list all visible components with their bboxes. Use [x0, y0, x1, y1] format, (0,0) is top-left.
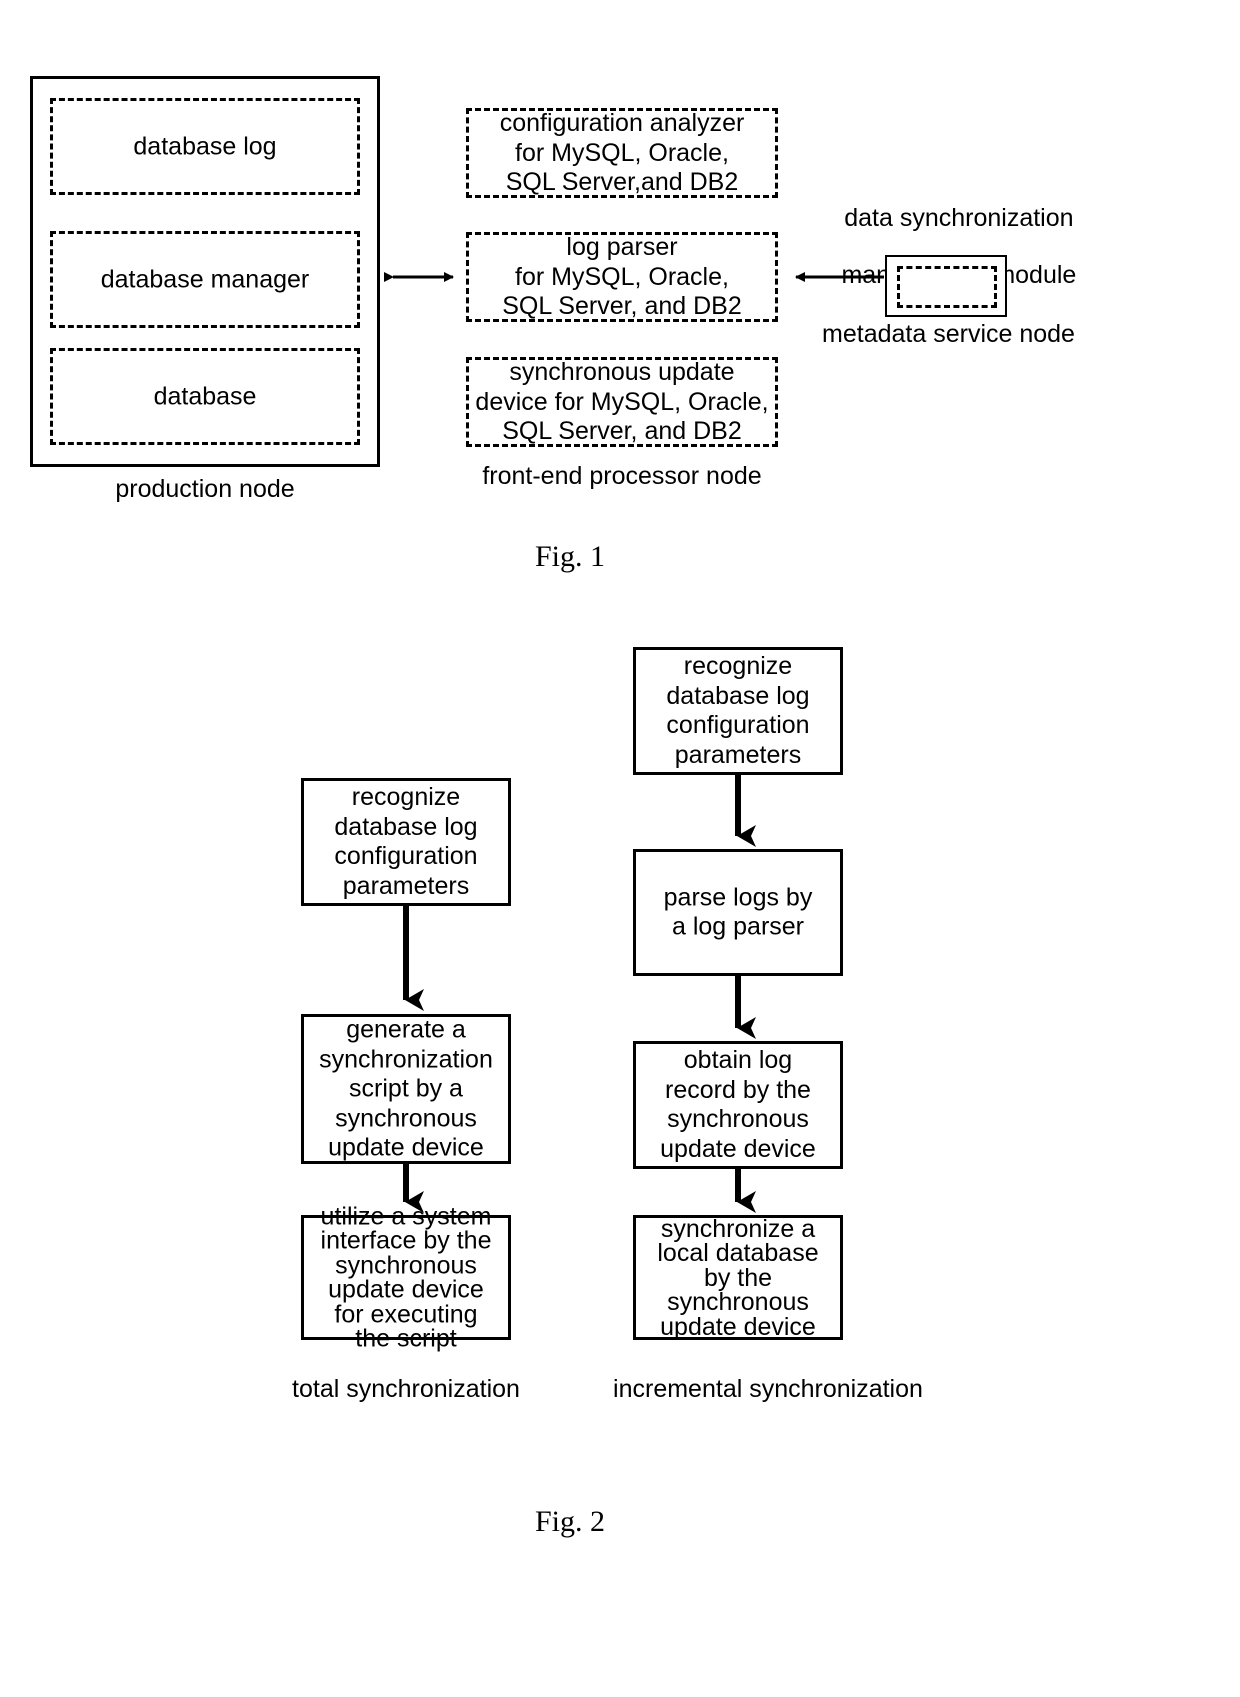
line-2: for MySQL, Oracle,	[515, 262, 729, 291]
line-4: update device	[660, 1134, 816, 1163]
line-3: SQL Server, and DB2	[502, 291, 742, 320]
line-3: synchronous	[667, 1105, 809, 1133]
figure-2: recognize database log configuration par…	[0, 600, 1240, 1600]
line-1: parse logs by	[663, 883, 813, 911]
line-1: generate a	[346, 1015, 466, 1044]
production-node-item-database-log: database log	[50, 98, 360, 195]
line-4: synchronous	[335, 1103, 477, 1132]
production-node-item-database-manager: database manager	[50, 231, 360, 328]
line-1: log parser	[566, 232, 678, 261]
total-sync-step-1-label: recognize database log configuration par…	[304, 783, 508, 901]
line-2: database log	[334, 812, 478, 841]
line-2: device for MySQL, Oracle,	[475, 387, 769, 416]
incremental-sync-step-3: obtain log record by the synchronous upd…	[633, 1041, 843, 1169]
line-1: configuration analyzer	[499, 108, 745, 137]
line-2: synchronization	[319, 1044, 493, 1073]
line-3: script by a	[349, 1074, 463, 1103]
line-3: SQL Server, and DB2	[502, 416, 742, 445]
line-2: record by the	[665, 1075, 811, 1104]
figure-1: database log database manager database p…	[0, 0, 1240, 600]
line-5: update device	[660, 1312, 816, 1341]
line-5: update device	[328, 1133, 484, 1162]
metadata-service-node-box	[885, 255, 1007, 317]
production-node-item-database-log-label: database log	[133, 131, 277, 160]
incremental-sync-step-3-label: obtain log record by the synchronous upd…	[636, 1046, 840, 1164]
total-sync-step-3-label: utilize a system interface by the synchr…	[304, 1204, 508, 1353]
frontend-item-log-parser: log parser for MySQL, Oracle, SQL Server…	[466, 232, 778, 322]
line-4: parameters	[674, 740, 802, 769]
production-node-item-database-label: database	[153, 381, 257, 410]
frontend-item-synchronous-update-device: synchronous update device for MySQL, Ora…	[466, 357, 778, 447]
production-node-label: production node	[115, 475, 295, 503]
line-6: the script	[355, 1324, 457, 1353]
incremental-sync-step-2: parse logs by a log parser	[633, 849, 843, 976]
title-line-1: data synchronization	[844, 203, 1074, 232]
total-sync-step-3: utilize a system interface by the synchr…	[301, 1204, 511, 1351]
figure-2-caption: Fig. 2	[534, 1505, 606, 1538]
incremental-sync-step-2-label: parse logs by a log parser	[636, 883, 840, 942]
total-synchronization-label: total synchronization	[292, 1375, 520, 1403]
frontend-item-synchronous-update-device-label: synchronous update device for MySQL, Ora…	[469, 358, 775, 447]
production-node-item-database: database	[50, 348, 360, 445]
total-sync-step-2-label: generate a synchronization script by a s…	[304, 1015, 508, 1163]
frontend-item-configuration-analyzer: configuration analyzer for MySQL, Oracle…	[466, 108, 778, 198]
incremental-sync-step-1: recognize database log configuration par…	[633, 647, 843, 775]
line-2: a log parser	[671, 912, 805, 941]
total-sync-step-2: generate a synchronization script by a s…	[301, 1014, 511, 1164]
production-node-item-database-manager-label: database manager	[100, 264, 310, 293]
line-2: for MySQL, Oracle,	[515, 138, 729, 167]
line-1: recognize	[683, 652, 793, 680]
data-synchronization-management-module-inner	[897, 266, 997, 308]
line-3: configuration	[666, 711, 810, 739]
line-3: configuration	[334, 842, 478, 870]
figure-1-caption: Fig. 1	[534, 540, 606, 573]
line-1: synchronous update	[509, 357, 735, 386]
incremental-sync-step-4: synchronize a local database by the sync…	[633, 1215, 843, 1340]
line-1: recognize	[351, 783, 461, 811]
frontend-item-configuration-analyzer-label: configuration analyzer for MySQL, Oracle…	[469, 109, 775, 198]
line-1: obtain log	[683, 1046, 793, 1074]
line-4: parameters	[342, 871, 470, 900]
incremental-synchronization-label: incremental synchronization	[613, 1375, 923, 1403]
incremental-sync-step-4-label: synchronize a local database by the sync…	[636, 1216, 840, 1339]
front-end-processor-node-label: front-end processor node	[482, 462, 762, 490]
total-sync-step-1: recognize database log configuration par…	[301, 778, 511, 906]
incremental-sync-step-1-label: recognize database log configuration par…	[636, 652, 840, 770]
line-3: SQL Server,and DB2	[505, 167, 739, 196]
line-2: database log	[666, 681, 810, 710]
metadata-service-node-label: metadata service node	[822, 320, 1075, 348]
frontend-item-log-parser-label: log parser for MySQL, Oracle, SQL Server…	[469, 233, 775, 322]
